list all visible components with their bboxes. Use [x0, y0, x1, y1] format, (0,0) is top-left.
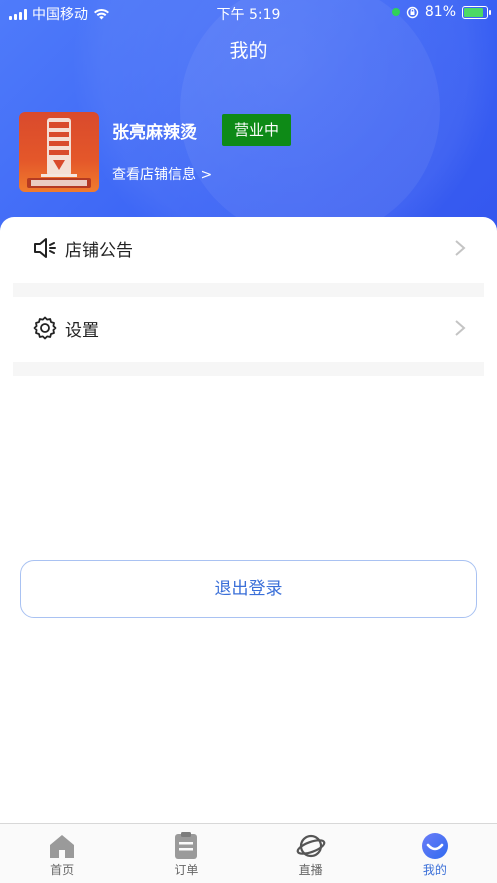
page-title: 我的 — [229, 40, 268, 62]
section-divider — [13, 362, 484, 376]
tab-label: 订单 — [174, 863, 199, 877]
menu-item-label: 店铺公告 — [65, 240, 133, 261]
tab-bar: 首页 订单 直播 我的 — [0, 823, 497, 883]
menu-item-label: 设置 — [65, 320, 99, 341]
battery-percent: 81% — [424, 4, 456, 20]
status-bar: 中国移动 下午 5:19 81% — [0, 0, 497, 26]
planet-icon — [296, 834, 325, 858]
profile-icon — [421, 833, 448, 859]
view-store-info-link[interactable]: 查看店铺信息 > — [112, 164, 212, 184]
home-icon — [50, 835, 75, 858]
store-status-badge: 营业中 — [222, 114, 291, 146]
menu-item-store-announcement[interactable]: 店铺公告 — [13, 217, 484, 279]
chevron-right-icon — [455, 240, 466, 256]
chevron-right-icon — [455, 320, 466, 336]
speaker-icon — [34, 238, 56, 258]
menu-item-settings[interactable]: 设置 — [13, 297, 484, 359]
menu-card: 店铺公告 设置 — [0, 217, 497, 827]
battery-icon — [462, 5, 491, 19]
store-logo — [19, 112, 99, 192]
logout-button[interactable]: 退出登录 — [20, 560, 477, 618]
tab-label: 我的 — [422, 863, 447, 877]
tab-home[interactable]: 首页 — [0, 824, 124, 883]
zhangliang-malatang-logo-icon — [27, 118, 91, 188]
tab-mine[interactable]: 我的 — [373, 824, 497, 883]
gear-icon — [33, 316, 57, 340]
tab-label: 直播 — [298, 863, 323, 877]
store-name: 张亮麻辣烫 — [112, 123, 197, 143]
tab-label: 首页 — [50, 863, 75, 877]
tab-orders[interactable]: 订单 — [124, 824, 248, 883]
privacy-indicator-dot — [391, 8, 400, 16]
rotation-lock-icon — [406, 6, 419, 18]
tab-live[interactable]: 直播 — [249, 824, 373, 883]
order-icon — [175, 832, 198, 859]
section-divider — [13, 283, 484, 297]
